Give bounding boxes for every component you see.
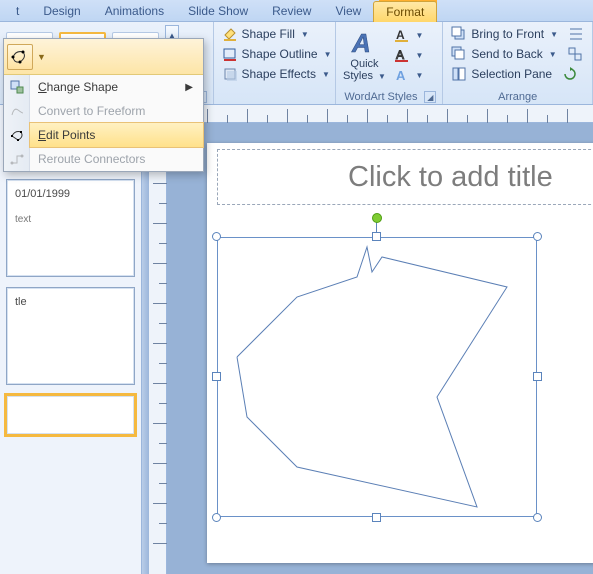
thumb-text: text (15, 214, 126, 225)
vertical-ruler[interactable] (149, 123, 167, 574)
resize-handle-e[interactable] (533, 372, 542, 381)
change-shape-icon (8, 78, 26, 96)
svg-text:A: A (396, 68, 406, 83)
menu-icon-strip (4, 75, 30, 171)
workspace: 01/01/1999 text tle (0, 105, 593, 574)
bring-to-front-label: Bring to Front (471, 27, 544, 41)
effects-icon (222, 66, 238, 82)
align-icon[interactable] (568, 26, 584, 42)
chevron-down-icon: ▼ (301, 30, 309, 39)
selection-pane-button[interactable]: Selection Pane (449, 65, 586, 83)
chevron-down-icon: ▼ (416, 51, 424, 60)
pencil-outline-icon (222, 46, 238, 62)
bring-front-icon (451, 26, 467, 42)
text-outline-button[interactable]: A ▼ (392, 46, 426, 64)
chevron-down-icon: ▼ (416, 31, 424, 40)
rotation-handle[interactable] (372, 213, 382, 223)
rotate-icon[interactable] (562, 66, 578, 82)
chevron-down-icon: ▼ (322, 70, 330, 79)
group-shape-format: Shape Fill ▼ Shape Outline ▼ Shape Effec… (214, 22, 336, 104)
pane-splitter[interactable] (142, 105, 149, 574)
submenu-arrow-icon: ▶ (185, 82, 193, 93)
horizontal-ruler[interactable] (167, 105, 593, 123)
tab-view[interactable]: View (323, 1, 373, 21)
text-outline-icon: A (394, 47, 410, 63)
paint-bucket-icon (222, 26, 238, 42)
chevron-down-icon: ▼ (37, 52, 46, 62)
resize-handle-ne[interactable] (533, 232, 542, 241)
tab-design[interactable]: Design (31, 1, 92, 21)
tab-slideshow[interactable]: Slide Show (176, 1, 260, 21)
selection-pane-icon (451, 66, 467, 82)
text-effects-icon: A (394, 67, 410, 83)
shape-effects-button[interactable]: Shape Effects ▼ (220, 65, 329, 83)
menu-change-shape[interactable]: CChange Shapehange Shape ▶ (30, 75, 203, 99)
text-effects-button[interactable]: A ▼ (392, 66, 426, 84)
send-to-back-button[interactable]: Send to Back ▼ (449, 45, 586, 63)
slide[interactable]: Click to add title (207, 143, 593, 563)
title-placeholder-text: Click to add title (348, 161, 553, 194)
chevron-down-icon: ▼ (324, 50, 332, 59)
freeform-icon (8, 102, 26, 120)
freeform-shape[interactable] (217, 237, 537, 517)
menu-reroute-connectors: Reroute Connectors (30, 147, 203, 171)
slide-thumbnail[interactable]: 01/01/1999 text (6, 179, 135, 277)
ribbon-tabs: t Design Animations Slide Show Review Vi… (0, 0, 593, 22)
text-fill-button[interactable]: A ▼ (392, 26, 426, 44)
group-label-arrange: Arrange (449, 90, 586, 103)
chevron-down-icon: ▼ (378, 72, 386, 81)
slide-thumbnail[interactable]: tle (6, 287, 135, 385)
selected-shape[interactable] (217, 237, 537, 517)
title-placeholder[interactable]: Click to add title (217, 149, 593, 205)
shape-fill-label: Shape Fill (242, 27, 295, 41)
shape-outline-button[interactable]: Shape Outline ▼ (220, 45, 329, 63)
slide-thumbnails-pane[interactable]: 01/01/1999 text tle (0, 105, 142, 574)
shape-effects-label: Shape Effects (242, 67, 317, 81)
thumb-text: 01/01/1999 (15, 188, 126, 200)
tab-animations[interactable]: Animations (93, 1, 176, 21)
shape-outline-label: Shape Outline (242, 47, 318, 61)
wordart-a-icon: A (349, 27, 381, 59)
edit-shape-menu-header[interactable]: ▼ (4, 39, 203, 75)
text-fill-icon: A (394, 27, 410, 43)
edit-shape-icon (7, 44, 33, 70)
edit-shape-menu: ▼ CChange Shapehange Shape ▶ Convert to … (3, 38, 204, 172)
resize-handle-se[interactable] (533, 513, 542, 522)
tab-partial[interactable]: t (4, 1, 31, 21)
resize-handle-nw[interactable] (212, 232, 221, 241)
reroute-icon (8, 150, 26, 168)
group-label-wordart: WordArt Styles ◢ (342, 90, 437, 103)
thumb-text: tle (15, 296, 126, 308)
chevron-down-icon: ▼ (549, 50, 557, 59)
chevron-down-icon: ▼ (416, 71, 424, 80)
shape-fill-button[interactable]: Shape Fill ▼ (220, 25, 329, 43)
tab-review[interactable]: Review (260, 1, 323, 21)
dialog-launcher-icon[interactable]: ◢ (424, 91, 436, 103)
svg-text:A: A (396, 48, 404, 62)
svg-text:A: A (351, 28, 371, 58)
menu-edit-points[interactable]: Edit PointsEdit Points (29, 122, 204, 148)
group-wordart-styles: A QuickStyles ▼ A ▼ A ▼ A ▼ Word (336, 22, 444, 104)
resize-handle-sw[interactable] (212, 513, 221, 522)
slide-thumbnail-current[interactable] (6, 395, 135, 435)
send-to-back-label: Send to Back (471, 47, 542, 61)
resize-handle-w[interactable] (212, 372, 221, 381)
edit-points-icon (8, 126, 26, 144)
resize-handle-n[interactable] (372, 232, 381, 241)
send-back-icon (451, 46, 467, 62)
slide-canvas[interactable]: Click to add title (167, 123, 593, 574)
quick-styles-button[interactable]: A QuickStyles ▼ (342, 25, 388, 85)
slide-editor: Click to add title (142, 105, 593, 574)
chevron-down-icon: ▼ (550, 30, 558, 39)
svg-text:A: A (396, 28, 405, 42)
group-icon[interactable] (567, 46, 583, 62)
group-arrange: Bring to Front ▼ Send to Back ▼ Selectio… (443, 22, 593, 104)
bring-to-front-button[interactable]: Bring to Front ▼ (449, 25, 586, 43)
tab-format[interactable]: Format (373, 1, 437, 22)
selection-pane-label: Selection Pane (471, 67, 552, 81)
menu-convert-freeform: Convert to Freeform (30, 99, 203, 123)
resize-handle-s[interactable] (372, 513, 381, 522)
